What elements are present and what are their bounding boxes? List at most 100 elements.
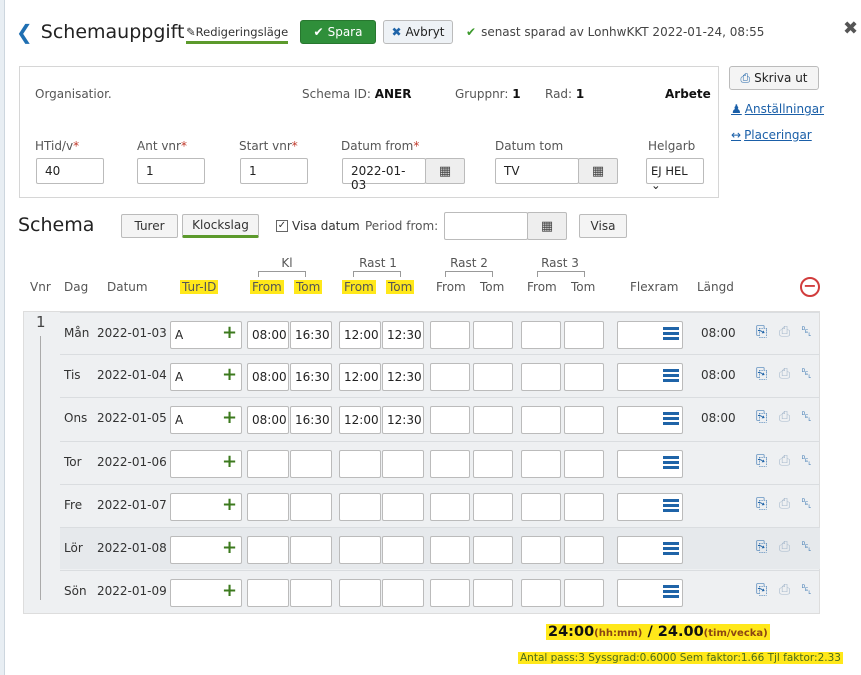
menu-icon[interactable]: [663, 542, 679, 555]
time-input[interactable]: [290, 493, 332, 521]
time-input[interactable]: [521, 406, 561, 434]
time-input[interactable]: [430, 363, 470, 391]
add-tur-icon[interactable]: +: [222, 451, 237, 472]
save-button[interactable]: ✔ Spara: [300, 20, 376, 44]
tab-klockslag[interactable]: Klockslag: [182, 214, 259, 238]
time-input[interactable]: [430, 579, 470, 607]
time-input[interactable]: [473, 406, 513, 434]
add-tur-icon[interactable]: +: [222, 580, 237, 601]
menu-icon[interactable]: [663, 412, 679, 425]
time-input[interactable]: [473, 321, 513, 349]
add-tur-icon[interactable]: +: [222, 537, 237, 558]
close-icon[interactable]: ✖: [843, 18, 858, 39]
add-tur-icon[interactable]: +: [222, 364, 237, 385]
time-input[interactable]: [473, 493, 513, 521]
time-input[interactable]: 12:30: [382, 406, 424, 434]
copy-icon[interactable]: ⎘: [756, 582, 767, 598]
time-input[interactable]: [430, 321, 470, 349]
time-input[interactable]: [521, 321, 561, 349]
time-input[interactable]: [247, 493, 289, 521]
visa-datum-checkbox[interactable]: ✓ Visa datum: [276, 219, 360, 233]
time-input[interactable]: [564, 493, 604, 521]
time-input[interactable]: [247, 536, 289, 564]
time-input[interactable]: [290, 579, 332, 607]
edit-mode-link[interactable]: ✎Redigeringsläge: [186, 25, 289, 44]
time-input[interactable]: [564, 450, 604, 478]
menu-icon[interactable]: [663, 585, 679, 598]
time-input[interactable]: [564, 406, 604, 434]
time-input[interactable]: [564, 321, 604, 349]
datum-from-input[interactable]: 2022-01-03: [342, 158, 426, 192]
add-tur-icon[interactable]: +: [222, 322, 237, 343]
helgarb-select[interactable]: EJ HEL ⌄: [646, 158, 704, 192]
trash-icon[interactable]: ␡: [801, 409, 812, 425]
antvnr-input[interactable]: 1: [137, 158, 205, 184]
time-input[interactable]: [339, 579, 381, 607]
time-input[interactable]: 12:00: [339, 406, 381, 434]
time-input[interactable]: [521, 493, 561, 521]
time-input[interactable]: [247, 579, 289, 607]
calendar-icon[interactable]: ▦: [578, 158, 618, 184]
time-input[interactable]: 08:00: [247, 406, 289, 434]
period-from-input[interactable]: [444, 212, 528, 240]
time-input[interactable]: [430, 493, 470, 521]
trash-icon[interactable]: ␡: [801, 539, 812, 555]
time-input[interactable]: [521, 363, 561, 391]
time-input[interactable]: [473, 579, 513, 607]
trash-icon[interactable]: ␡: [801, 582, 812, 598]
copy-icon[interactable]: ⎘: [756, 496, 767, 512]
calendar-icon[interactable]: ▦: [425, 158, 465, 184]
time-input[interactable]: [430, 406, 470, 434]
time-input[interactable]: [521, 536, 561, 564]
time-input[interactable]: 08:00: [247, 321, 289, 349]
time-input[interactable]: [473, 536, 513, 564]
time-input[interactable]: 12:30: [382, 363, 424, 391]
menu-icon[interactable]: [663, 327, 679, 340]
time-input[interactable]: [382, 579, 424, 607]
time-input[interactable]: [382, 536, 424, 564]
remove-week-icon[interactable]: −: [800, 277, 820, 297]
placeringar-link[interactable]: ↔ Placeringar: [731, 128, 812, 142]
time-input[interactable]: [564, 536, 604, 564]
time-input[interactable]: [473, 450, 513, 478]
time-input[interactable]: [473, 363, 513, 391]
time-input[interactable]: [339, 536, 381, 564]
time-input[interactable]: [521, 450, 561, 478]
time-input[interactable]: [564, 579, 604, 607]
tab-turer[interactable]: Turer: [121, 214, 178, 238]
add-tur-icon[interactable]: +: [222, 494, 237, 515]
time-input[interactable]: 08:00: [247, 363, 289, 391]
trash-icon[interactable]: ␡: [801, 453, 812, 469]
print-button[interactable]: ⎙ Skriva ut: [729, 66, 819, 90]
time-input[interactable]: 16:30: [290, 321, 332, 349]
calendar-icon[interactable]: ▦: [527, 212, 567, 240]
menu-icon[interactable]: [663, 456, 679, 469]
time-input[interactable]: 12:00: [339, 321, 381, 349]
time-input[interactable]: [290, 536, 332, 564]
copy-icon[interactable]: ⎘: [756, 366, 767, 382]
copy-icon[interactable]: ⎘: [756, 539, 767, 555]
time-input[interactable]: [382, 493, 424, 521]
time-input[interactable]: [430, 536, 470, 564]
menu-icon[interactable]: [663, 499, 679, 512]
trash-icon[interactable]: ␡: [801, 324, 812, 340]
cancel-button[interactable]: ✖ Avbryt: [383, 20, 453, 44]
visa-button[interactable]: Visa: [579, 214, 627, 238]
htid-input[interactable]: 40: [36, 158, 104, 184]
copy-icon[interactable]: ⎘: [756, 409, 767, 425]
time-input[interactable]: [521, 579, 561, 607]
copy-icon[interactable]: ⎘: [756, 324, 767, 340]
time-input[interactable]: [290, 450, 332, 478]
back-chevron-icon[interactable]: ❮: [16, 20, 33, 44]
time-input[interactable]: [564, 363, 604, 391]
anstallningar-link[interactable]: ♟ Anställningar: [731, 102, 824, 116]
menu-icon[interactable]: [663, 369, 679, 382]
time-input[interactable]: [339, 450, 381, 478]
copy-icon[interactable]: ⎘: [756, 453, 767, 469]
time-input[interactable]: 12:30: [382, 321, 424, 349]
time-input[interactable]: 16:30: [290, 406, 332, 434]
time-input[interactable]: [339, 493, 381, 521]
trash-icon[interactable]: ␡: [801, 496, 812, 512]
time-input[interactable]: [247, 450, 289, 478]
trash-icon[interactable]: ␡: [801, 366, 812, 382]
